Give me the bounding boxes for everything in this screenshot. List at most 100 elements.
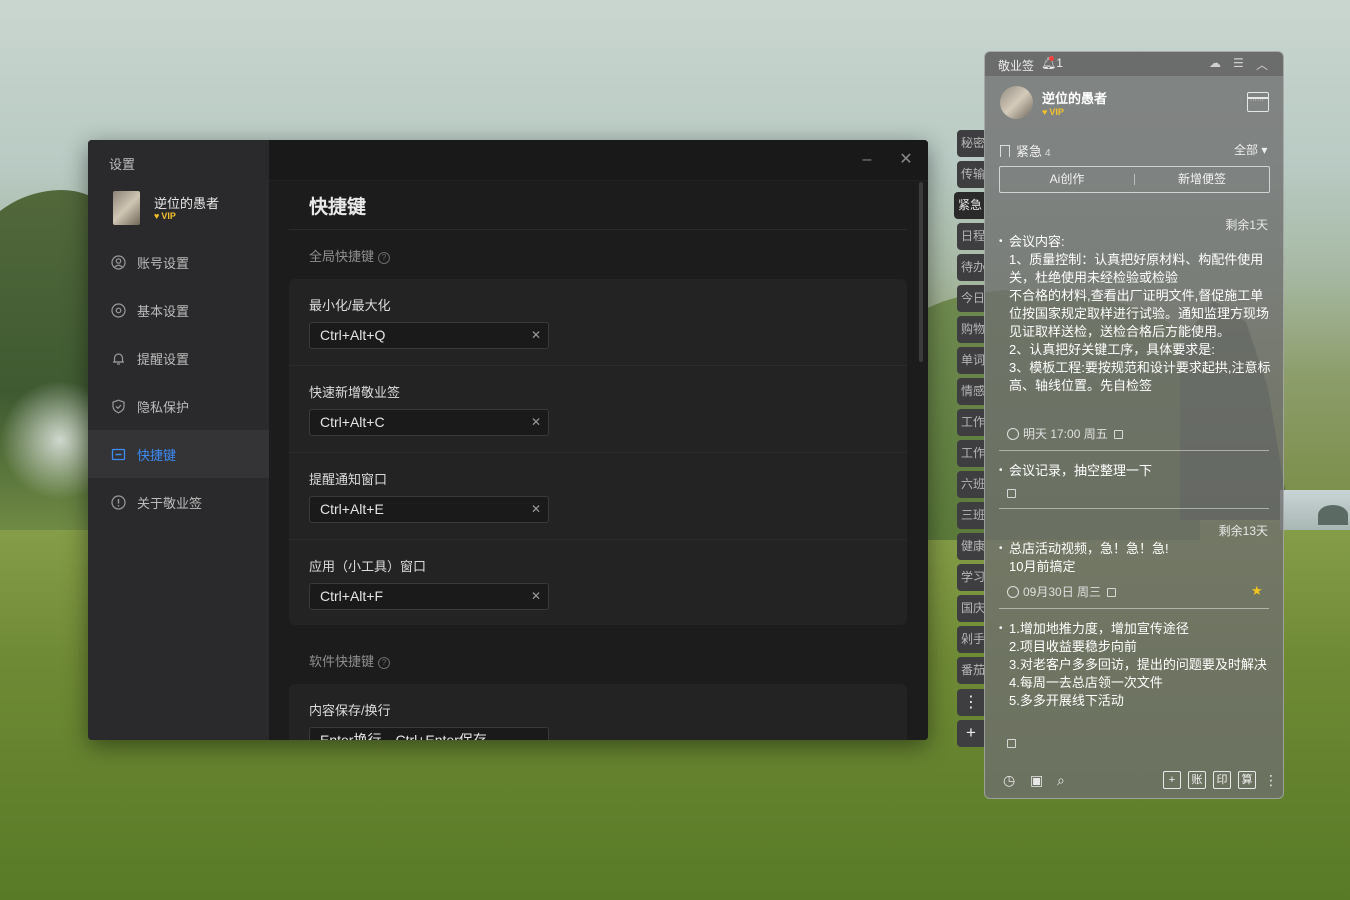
more-icon[interactable]: ⋮ <box>1264 772 1278 789</box>
tab-category[interactable]: 单词 <box>957 347 985 374</box>
shortcut-input[interactable]: Ctrl+Alt+E ✕ <box>309 496 549 523</box>
background-rock <box>1318 505 1348 525</box>
notification-bell[interactable]: 🔔︎ 1 <box>1041 56 1063 70</box>
divider <box>999 450 1269 451</box>
tab-category[interactable]: 三班 <box>957 502 985 529</box>
tab-category[interactable]: 待办 <box>957 254 985 281</box>
tab-category[interactable]: 工作 <box>957 440 985 467</box>
global-shortcuts-card: 最小化/最大化 Ctrl+Alt+Q ✕ 快速新增敬业签 Ctrl+Alt+C ✕ … <box>289 279 907 625</box>
sidebar-item-shortcuts[interactable]: 快捷键 <box>88 430 269 478</box>
ai-create-button[interactable]: Ai创作 <box>1000 167 1134 192</box>
minimize-icon[interactable]: – <box>857 150 877 170</box>
category-name: 紧急 <box>1016 144 1043 159</box>
lock-icon <box>1113 430 1123 439</box>
tab-category[interactable]: 六班 <box>957 471 985 498</box>
tab-category[interactable]: 今日 <box>957 285 985 312</box>
add-tab-icon[interactable]: + <box>957 720 985 747</box>
tab-category[interactable]: 紧急 <box>954 192 985 219</box>
add-button[interactable]: + <box>1163 771 1181 789</box>
user-name: 逆位的愚者 <box>1042 91 1108 106</box>
shortcut-label: 内容保存/换行 <box>309 703 391 718</box>
shortcut-label: 快速新增敬业签 <box>309 385 401 400</box>
sidebar-item-privacy[interactable]: 隐私保护 <box>88 382 269 430</box>
archive-icon[interactable]: ▣ <box>1030 772 1043 789</box>
page-title: 快捷键 <box>309 197 367 218</box>
avatar[interactable] <box>1000 86 1033 119</box>
ledger-button[interactable]: 账 <box>1188 771 1206 789</box>
sidebar-item-reminder[interactable]: 提醒设置 <box>88 334 269 382</box>
tab-category[interactable]: 传输 <box>957 161 985 188</box>
clear-icon[interactable]: ✕ <box>531 497 541 522</box>
calendar-icon[interactable] <box>1247 92 1269 112</box>
tab-category[interactable]: 健康 <box>957 533 985 560</box>
tab-category[interactable]: 工作 <box>957 409 985 436</box>
account-icon <box>111 254 126 270</box>
tab-category[interactable]: 国庆 <box>957 595 985 622</box>
filter-dropdown[interactable]: 全部 ▾ <box>1234 141 1267 158</box>
search-icon[interactable]: ⌕ <box>1057 772 1065 789</box>
avatar[interactable] <box>113 191 140 225</box>
sidebar-item-label: 提醒设置 <box>137 351 190 367</box>
shortcut-input[interactable]: Ctrl+Alt+Q ✕ <box>309 322 549 349</box>
star-icon[interactable]: ★ <box>1251 583 1263 599</box>
section-label: 软件快捷键 <box>309 654 375 669</box>
sidebar-item-about[interactable]: 关于敬业签 <box>88 478 269 526</box>
note-item[interactable]: • 会议记录，抽空整理一下 <box>999 462 1271 480</box>
sidebar-item-label: 账号设置 <box>137 255 190 271</box>
note-text: 会议内容: 1、质量控制：认真把好原材料、构配件使用关，杜绝使用未经检验或检验 … <box>1009 234 1271 393</box>
note-item[interactable]: • 1.增加地推力度，增加宣传途径 2.项目收益要稳步向前 3.对老客户多多回访… <box>999 620 1271 710</box>
clear-icon[interactable]: ✕ <box>531 410 541 435</box>
collapse-icon[interactable]: ︿ <box>1256 56 1268 73</box>
close-icon[interactable]: ✕ <box>896 150 916 170</box>
settings-sidebar: 设置 逆位的愚者 VIP 账号设置 基本设置 提醒设置 隐私保护 快捷键 关于敬… <box>88 140 269 740</box>
tab-category[interactable]: 剁手 <box>957 626 985 653</box>
more-icon[interactable]: ⋮ <box>957 689 985 716</box>
tab-category[interactable]: 学习 <box>957 564 985 591</box>
note-text: 1.增加地推力度，增加宣传途径 2.项目收益要稳步向前 3.对老客户多多回访，提… <box>1009 621 1267 708</box>
tab-category[interactable]: 日程 <box>957 223 985 250</box>
shortcut-select[interactable]: Enter换行，Ctrl+Enter保存 ⌄ <box>309 727 549 740</box>
bullet: • <box>999 623 1003 634</box>
category-count: 4 <box>1045 148 1051 159</box>
category-header: 紧急 4 <box>1000 141 1051 160</box>
chevron-down-icon[interactable]: ⌄ <box>531 728 541 740</box>
new-note-button[interactable]: 新增便签 <box>1135 167 1269 192</box>
vip-badge: VIP <box>1042 107 1064 117</box>
clock-icon <box>1007 586 1019 598</box>
tab-category[interactable]: 购物 <box>957 316 985 343</box>
section-title-software: 软件快捷键? <box>309 651 391 670</box>
remaining-days: 剩余1天 <box>1225 218 1268 232</box>
print-button[interactable]: 印 <box>1213 771 1231 789</box>
tab-category[interactable]: 秘密 <box>957 130 985 157</box>
sidebar-item-basic[interactable]: 基本设置 <box>88 286 269 334</box>
history-icon[interactable]: ◷ <box>1003 772 1015 789</box>
menu-icon[interactable]: ☰ <box>1233 56 1244 70</box>
divider <box>289 229 907 230</box>
settings-content: – ✕ 快捷键 全局快捷键? 最小化/最大化 Ctrl+Alt+Q ✕ 快速新增敬… <box>269 140 928 740</box>
divider <box>999 508 1269 509</box>
calculator-button[interactable]: 算 <box>1238 771 1256 789</box>
note-meta: 明天 17:00 周五 <box>1007 425 1123 442</box>
clear-icon[interactable]: ✕ <box>531 584 541 609</box>
clear-icon[interactable]: ✕ <box>531 323 541 348</box>
settings-icon <box>111 302 126 318</box>
shortcut-input[interactable]: Ctrl+Alt+C ✕ <box>309 409 549 436</box>
scrollbar[interactable] <box>919 182 923 362</box>
cloud-sync-icon[interactable]: ☁ <box>1209 56 1221 70</box>
sidebar-item-account[interactable]: 账号设置 <box>88 238 269 286</box>
shortcut-row: 快速新增敬业签 Ctrl+Alt+C ✕ <box>289 366 907 453</box>
tab-category[interactable]: 情感 <box>957 378 985 405</box>
shortcut-input[interactable]: Ctrl+Alt+F ✕ <box>309 583 549 610</box>
help-icon[interactable]: ? <box>378 657 391 669</box>
clock-icon <box>1007 428 1019 440</box>
shortcut-value: Ctrl+Alt+E <box>320 501 384 517</box>
tab-category[interactable]: 番茄 <box>957 657 985 684</box>
shortcut-value: Enter换行，Ctrl+Enter保存 <box>320 732 487 740</box>
note-item[interactable]: • 会议内容: 1、质量控制：认真把好原材料、构配件使用关，杜绝使用未经检验或检… <box>999 233 1271 413</box>
filter-label: 全部 <box>1234 143 1259 157</box>
remaining-days: 剩余13天 <box>1218 524 1268 538</box>
bullet: • <box>999 236 1003 247</box>
help-icon[interactable]: ? <box>378 252 391 264</box>
note-item[interactable]: • 总店活动视频，急！急！急! 10月前搞定 <box>999 540 1271 576</box>
sidebar-item-label: 基本设置 <box>137 303 190 319</box>
